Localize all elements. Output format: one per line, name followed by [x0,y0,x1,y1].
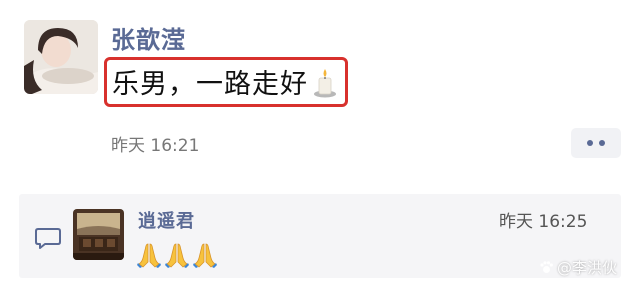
post-text: 乐男，一路走好 [112,69,308,100]
commenter-avatar[interactable] [73,209,124,260]
more-dot-icon [599,140,605,146]
comment-content [137,242,217,268]
avatar-photo [73,209,124,260]
avatar-photo [24,20,98,94]
candle-icon [312,66,338,98]
more-actions-button[interactable] [571,128,621,158]
folded-hands-icon [137,242,161,268]
commenter-name[interactable]: 逍遥君 [138,207,195,233]
post-content: 乐男，一路走好 [112,62,338,101]
watermark-text: @李洪伙 [557,259,618,277]
post-timestamp: 昨天 16:21 [111,136,200,156]
comment-timestamp: 昨天 16:25 [499,212,588,232]
author-avatar[interactable] [24,20,98,94]
folded-hands-icon [193,242,217,268]
folded-hands-icon [165,242,189,268]
comment-icon [34,225,62,251]
paw-logo-icon [540,261,553,273]
post-author-name[interactable]: 张歆滢 [111,20,186,55]
watermark: @李洪伙 [539,257,617,278]
more-dot-icon [587,140,593,146]
